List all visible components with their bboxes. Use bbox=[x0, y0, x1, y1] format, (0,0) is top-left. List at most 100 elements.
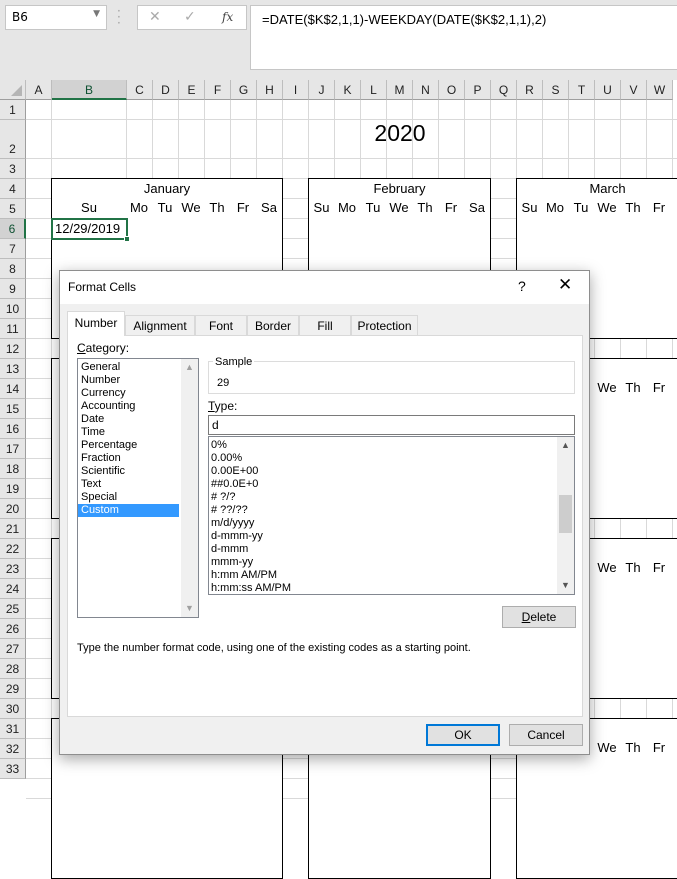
day-cell[interactable] bbox=[204, 858, 231, 879]
day-cell[interactable] bbox=[594, 438, 621, 459]
type-list-item[interactable]: d-mmm-yy bbox=[209, 530, 574, 543]
day-cell[interactable] bbox=[568, 778, 595, 799]
column-header-d[interactable]: D bbox=[153, 80, 179, 100]
row-header-17[interactable]: 17 bbox=[0, 439, 26, 459]
day-cell[interactable] bbox=[178, 238, 205, 259]
day-cell[interactable] bbox=[360, 798, 387, 819]
day-cell[interactable] bbox=[594, 578, 621, 599]
day-cell[interactable] bbox=[334, 818, 361, 839]
day-cell[interactable] bbox=[516, 838, 543, 859]
day-cell[interactable] bbox=[594, 238, 621, 259]
day-cell[interactable] bbox=[334, 778, 361, 799]
day-cell[interactable] bbox=[126, 818, 153, 839]
day-cell[interactable] bbox=[646, 218, 673, 239]
day-cell[interactable] bbox=[178, 818, 205, 839]
day-cell[interactable] bbox=[672, 578, 677, 599]
day-cell[interactable] bbox=[672, 318, 677, 339]
column-header-p[interactable]: P bbox=[465, 80, 491, 100]
day-cell[interactable] bbox=[620, 838, 647, 859]
day-cell[interactable] bbox=[126, 798, 153, 819]
category-item-scientific[interactable]: Scientific bbox=[78, 465, 179, 478]
type-list-item[interactable]: h:mm:ss AM/PM bbox=[209, 582, 574, 594]
day-cell[interactable] bbox=[594, 798, 621, 819]
day-cell[interactable] bbox=[620, 598, 647, 619]
day-cell[interactable] bbox=[256, 818, 283, 839]
day-cell[interactable] bbox=[620, 238, 647, 259]
day-cell[interactable] bbox=[620, 418, 647, 439]
day-cell[interactable] bbox=[152, 798, 179, 819]
day-cell[interactable] bbox=[620, 798, 647, 819]
day-cell[interactable] bbox=[568, 218, 595, 239]
day-cell[interactable] bbox=[334, 758, 361, 779]
column-header-a[interactable]: A bbox=[26, 80, 52, 100]
category-item-fraction[interactable]: Fraction bbox=[78, 452, 179, 465]
row-header-31[interactable]: 31 bbox=[0, 719, 26, 739]
category-item-percentage[interactable]: Percentage bbox=[78, 439, 179, 452]
category-item-accounting[interactable]: Accounting bbox=[78, 400, 179, 413]
day-cell[interactable] bbox=[672, 678, 677, 699]
chevron-down-icon[interactable]: ▼ bbox=[93, 9, 100, 19]
day-cell[interactable] bbox=[438, 778, 465, 799]
type-list-scrollbar[interactable]: ▲ ▼ bbox=[557, 437, 574, 594]
day-cell[interactable] bbox=[672, 438, 677, 459]
day-cell[interactable] bbox=[178, 778, 205, 799]
day-cell[interactable] bbox=[620, 438, 647, 459]
column-header-n[interactable]: N bbox=[413, 80, 439, 100]
column-header-o[interactable]: O bbox=[439, 80, 465, 100]
day-cell[interactable] bbox=[646, 838, 673, 859]
day-cell[interactable] bbox=[672, 398, 677, 419]
day-cell[interactable] bbox=[152, 778, 179, 799]
day-cell[interactable] bbox=[672, 818, 677, 839]
column-header-m[interactable]: M bbox=[387, 80, 413, 100]
day-cell[interactable] bbox=[51, 238, 127, 259]
day-cell[interactable] bbox=[646, 458, 673, 479]
day-cell[interactable] bbox=[412, 218, 439, 239]
tab-border[interactable]: Border bbox=[247, 315, 299, 335]
day-cell[interactable] bbox=[412, 798, 439, 819]
day-cell[interactable] bbox=[204, 238, 231, 259]
day-cell[interactable] bbox=[256, 838, 283, 859]
day-cell[interactable] bbox=[178, 798, 205, 819]
day-cell[interactable] bbox=[620, 618, 647, 639]
type-list-item[interactable]: # ??/?? bbox=[209, 504, 574, 517]
day-cell[interactable] bbox=[646, 578, 673, 599]
row-header-6[interactable]: 6 bbox=[0, 219, 26, 239]
day-cell[interactable] bbox=[230, 858, 257, 879]
type-list-item[interactable]: 0% bbox=[209, 439, 574, 452]
day-cell[interactable] bbox=[334, 218, 361, 239]
help-icon[interactable]: ? bbox=[518, 278, 526, 294]
dialog-title-bar[interactable]: Format Cells ? ✕ bbox=[60, 271, 589, 304]
column-header-k[interactable]: K bbox=[335, 80, 361, 100]
cancel-button[interactable]: Cancel bbox=[509, 724, 583, 746]
tab-protection[interactable]: Protection bbox=[351, 315, 418, 335]
day-cell[interactable] bbox=[646, 778, 673, 799]
day-cell[interactable] bbox=[126, 778, 153, 799]
row-header-7[interactable]: 7 bbox=[0, 239, 26, 259]
day-cell[interactable] bbox=[594, 598, 621, 619]
row-header-10[interactable]: 10 bbox=[0, 299, 26, 319]
column-header-r[interactable]: R bbox=[517, 80, 543, 100]
day-cell[interactable] bbox=[51, 818, 127, 839]
row-header-26[interactable]: 26 bbox=[0, 619, 26, 639]
day-cell[interactable] bbox=[672, 418, 677, 439]
column-header-b[interactable]: B bbox=[52, 80, 127, 100]
type-list-item[interactable]: m/d/yyyy bbox=[209, 517, 574, 530]
category-item-date[interactable]: Date bbox=[78, 413, 179, 426]
day-cell[interactable] bbox=[646, 598, 673, 619]
day-cell[interactable] bbox=[620, 398, 647, 419]
day-cell[interactable] bbox=[620, 658, 647, 679]
day-cell[interactable] bbox=[568, 818, 595, 839]
day-cell[interactable] bbox=[386, 778, 413, 799]
day-cell[interactable] bbox=[308, 838, 335, 859]
day-cell[interactable] bbox=[594, 618, 621, 639]
day-cell[interactable] bbox=[620, 858, 647, 879]
insert-function-icon[interactable]: fx bbox=[222, 10, 233, 24]
day-cell[interactable] bbox=[126, 238, 153, 259]
day-cell[interactable] bbox=[464, 818, 491, 839]
day-cell[interactable] bbox=[646, 298, 673, 319]
fill-handle[interactable] bbox=[124, 236, 130, 242]
day-cell[interactable] bbox=[542, 818, 569, 839]
type-list[interactable]: 0% 0.00% 0.00E+00 ##0.0E+0 # ?/? # ??/?? m/d/y… bbox=[208, 436, 575, 595]
day-cell[interactable] bbox=[412, 758, 439, 779]
category-item-number[interactable]: Number bbox=[78, 374, 179, 387]
